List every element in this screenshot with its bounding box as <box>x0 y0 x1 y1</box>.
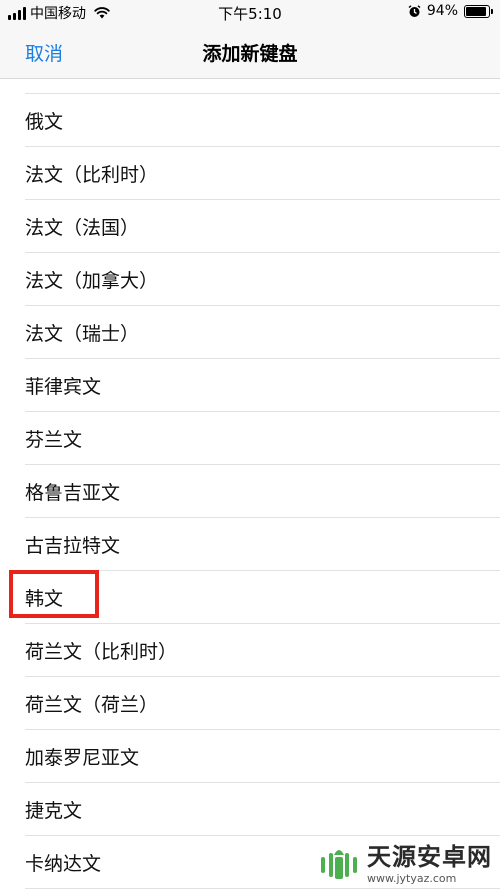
keyboard-list-item-label: 格鲁吉亚文 <box>25 482 121 504</box>
keyboard-list-item-label: 菲律宾文 <box>25 376 102 398</box>
battery-fill <box>466 6 486 16</box>
keyboard-list-item-label: 荷兰文（比利时） <box>25 641 178 663</box>
keyboard-list-item-label: 芬兰文 <box>25 429 83 451</box>
watermark-text: 天源安卓网 www.jytyaz.com <box>367 837 492 885</box>
keyboard-list-item-label: 法文（加拿大） <box>25 270 159 292</box>
status-bar: 中国移动 下午5:10 94% <box>0 0 500 26</box>
keyboard-list-item[interactable]: 荷兰文（荷兰） <box>25 677 500 730</box>
keyboard-list-item[interactable]: 荷兰文（比利时） <box>25 624 500 677</box>
watermark: 天源安卓网 www.jytyaz.com <box>317 837 492 885</box>
keyboard-list-item-label: 法文（瑞士） <box>25 323 140 345</box>
watermark-url: www.jytyaz.com <box>367 872 457 885</box>
keyboard-list-item[interactable]: 格鲁吉亚文 <box>25 465 500 518</box>
android-logo-icon <box>321 850 357 879</box>
keyboard-list-item[interactable]: 俄文 <box>25 94 500 147</box>
keyboard-list-item[interactable]: 捷克文 <box>25 783 500 836</box>
highlight-annotation <box>9 570 99 618</box>
screen: 中国移动 下午5:10 94% 取消 添加新键盘 俄文 法文（比利时） 法文（法… <box>0 0 500 889</box>
keyboard-list-item[interactable]: 法文（法国） <box>25 200 500 253</box>
keyboard-list-item[interactable]: 法文（比利时） <box>25 147 500 200</box>
keyboard-list-item-label: 俄文 <box>25 111 64 133</box>
keyboard-list-item[interactable]: 法文（瑞士） <box>25 306 500 359</box>
keyboard-list[interactable]: 俄文法文（比利时） 法文（法国） 法文（加拿大） 法文（瑞士） 菲律宾文芬兰文格鲁吉亚文… <box>0 79 500 889</box>
keyboard-list-item[interactable]: 芬兰文 <box>25 412 500 465</box>
keyboard-list-item-label: 古吉拉特文 <box>25 535 121 557</box>
keyboard-list-item[interactable]: 法文（加拿大） <box>25 253 500 306</box>
keyboard-list-item-label: 卡纳达文 <box>25 853 102 875</box>
keyboard-list-item[interactable]: 古吉拉特文 <box>25 518 500 571</box>
keyboard-list-item-label: 法文（法国） <box>25 217 140 239</box>
status-right: 94% <box>408 3 493 19</box>
keyboard-list-item-label: 捷克文 <box>25 800 83 822</box>
battery-percent: 94% <box>426 3 458 19</box>
list-divider <box>25 79 500 94</box>
keyboard-list-item[interactable]: 菲律宾文 <box>25 359 500 412</box>
battery-tip <box>491 8 493 14</box>
watermark-title: 天源安卓网 <box>367 843 492 871</box>
keyboard-list-item[interactable]: 加泰罗尼亚文 <box>25 730 500 783</box>
nav-bar: 取消 添加新键盘 <box>0 26 500 79</box>
battery-icon <box>464 4 493 18</box>
keyboard-list-item-label: 加泰罗尼亚文 <box>25 747 140 769</box>
alarm-icon <box>408 4 421 17</box>
list-rows: 俄文法文（比利时） 法文（法国） 法文（加拿大） 法文（瑞士） 菲律宾文芬兰文格鲁吉亚文… <box>0 94 500 889</box>
keyboard-list-item-label: 荷兰文（荷兰） <box>25 694 159 716</box>
page-title: 添加新键盘 <box>202 43 298 65</box>
keyboard-list-item-label: 法文（比利时） <box>25 164 159 186</box>
